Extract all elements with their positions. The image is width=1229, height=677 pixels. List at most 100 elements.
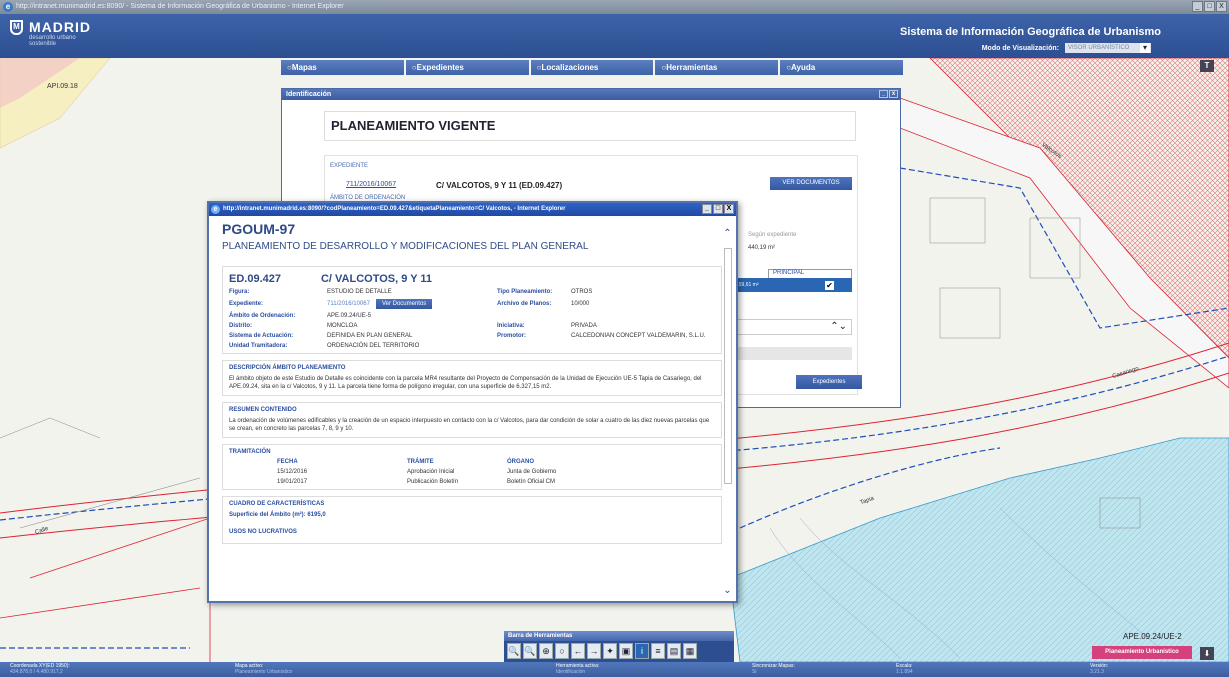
window-controls: _ □ X (1192, 1, 1227, 12)
table-header: ÓRGANO (507, 459, 534, 465)
mode-select[interactable]: VISOR URBANÍSTICO (1065, 43, 1151, 53)
measure-icon[interactable]: ✦ (603, 643, 617, 659)
status-value: 3.21.3 (1090, 669, 1104, 675)
popup-title: http://intranet.munimadrid.es:8090/?codP… (223, 206, 566, 212)
map-label-api: API.09.18 (47, 83, 78, 90)
madrid-shield-icon: M (10, 20, 23, 35)
status-coord: Coordenada XY(ED 1950): 434.878,0 / 4.480… (10, 663, 70, 675)
close-button[interactable]: X (1216, 1, 1227, 12)
superficie-label: Superficie del Ámbito (m²): (229, 512, 306, 518)
planeamiento-popup-window: e http://intranet.munimadrid.es:8090/?co… (207, 201, 738, 603)
scroll-down-icon[interactable]: ⌄ (722, 585, 733, 596)
popup-scrollbar[interactable]: ⌃ ⌄ (722, 220, 733, 600)
descripcion-text: El ámbito objeto de este Estudio de Deta… (229, 376, 702, 390)
tools-bar: Barra de Herramientas 🔍 🔍 ⊕ ○ ← → ✦ ▣ i … (504, 631, 734, 662)
select-area-icon[interactable]: ▣ (619, 643, 633, 659)
status-mapa: Mapa activo: Planeamiento Urbanístico (235, 663, 292, 675)
list-icon[interactable]: ≡ (651, 643, 665, 659)
ident-close-button[interactable]: x (889, 90, 898, 98)
status-label: Sincronizar Mapas: (752, 663, 795, 669)
minimize-button[interactable]: _ (1192, 1, 1203, 12)
principal-table: PRINCIPAL 159,61 m² ✔ (736, 269, 852, 293)
status-sincronizar: Sincronizar Mapas: Si (752, 663, 795, 675)
field-value: OTROS (571, 289, 593, 295)
principal-checkbox[interactable]: ✔ (825, 280, 834, 290)
empty-cell (229, 469, 277, 475)
system-title: Sistema de Información Geográfica de Urb… (899, 26, 1161, 38)
status-value: Si (752, 669, 757, 675)
ident-title: Identificación (286, 91, 332, 98)
ver-documentos-button[interactable]: VER DOCUMENTOS (770, 177, 852, 190)
scroll-thumb[interactable] (724, 248, 732, 484)
ver-documentos-button[interactable]: Ver Documentos (375, 299, 433, 309)
ie-logo-icon: e (211, 205, 220, 214)
ambito-gray-bar (736, 347, 852, 360)
field-label: Expediente: (229, 301, 264, 307)
expediente-detail-box: ED.09.427 C/ VALCOTOS, 9 Y 11 Figura: ES… (222, 266, 722, 354)
tramitacion-title: TRAMITACIÓN (229, 449, 271, 455)
cuadro-title: CUADRO DE CARACTERÍSTICAS (229, 501, 325, 507)
text-tool-button[interactable]: T (1200, 60, 1214, 72)
status-value: 434.878,0 / 4.480.917,2 (10, 669, 63, 675)
field-value: APE.09.24/UE-5 (327, 313, 372, 319)
status-value: Identificación (556, 669, 586, 675)
cuadro-box: CUADRO DE CARACTERÍSTICAS Superficie del… (222, 496, 722, 544)
status-value: Planeamiento Urbanístico (235, 669, 293, 675)
popup-title-bar: e http://intranet.munimadrid.es:8090/?co… (209, 203, 736, 216)
toolbar-title: Barra de Herramientas (504, 631, 734, 641)
scroll-up-icon[interactable]: ⌃ (722, 228, 733, 239)
download-icon[interactable]: ⬇ (1200, 647, 1214, 660)
field-label: Unidad Tramitadora: (229, 343, 288, 349)
ambito-dropdown[interactable]: ⌃⌄ (736, 319, 852, 335)
field-value: PRIVADA (571, 323, 597, 329)
forward-icon[interactable]: → (587, 643, 601, 659)
popup-close-button[interactable]: X (724, 204, 734, 214)
back-icon[interactable]: ← (571, 643, 585, 659)
expedientes-button[interactable]: Expedientes (796, 375, 862, 389)
menu-localizaciones[interactable]: Localizaciones (530, 60, 654, 75)
planeamiento-name: C/ VALCOTOS, 9 Y 11 (320, 273, 433, 285)
planeamiento-urbanistico-button[interactable]: Planeamiento Urbanístico (1092, 646, 1192, 659)
principal-row[interactable]: 159,61 m² ✔ (736, 278, 852, 292)
popup-content: PGOUM-97 PLANEAMIENTO DE DESARROLLO Y MO… (222, 220, 722, 601)
expediente-link[interactable]: 711/2016/10067 (346, 181, 396, 188)
layers-icon[interactable]: ▤ (667, 643, 681, 659)
print-icon[interactable]: ▦ (683, 643, 697, 659)
tramitacion-box: TRAMITACIÓN FECHA TRÁMITE ÓRGANO 15/12/2… (222, 444, 722, 490)
status-escala: Escala: 1:1.894 (896, 663, 913, 675)
status-herramienta: Herramienta activa: Identificación (556, 663, 599, 675)
field-value: MONCLOA (327, 323, 358, 329)
menu-ayuda[interactable]: Ayuda (780, 60, 903, 75)
tramitacion-table: FECHA TRÁMITE ÓRGANO 15/12/2016 Aprobaci… (229, 459, 715, 485)
field-label: Distrito: (229, 323, 252, 329)
menu-expedientes[interactable]: Expedientes (405, 60, 529, 75)
popup-maximize-button[interactable]: □ (713, 204, 723, 214)
table-cell: 19/01/2017 (277, 479, 308, 485)
resumen-text: La ordenación de volúmenes edificables y… (229, 418, 710, 432)
map-label-ape: APE.09.24/UE-2 (1123, 632, 1182, 641)
menu-herramientas[interactable]: Herramientas (655, 60, 779, 75)
field-value: ORDENACIÓN DEL TERRITORIO (327, 343, 420, 349)
info-icon[interactable]: i (635, 643, 649, 659)
madrid-logo: M MADRID desarrollo urbano sostenible (10, 20, 91, 47)
browser-title: http://intranet.munimadrid.es:8090/ - Si… (16, 3, 344, 10)
expediente-label: EXPEDIENTE (330, 163, 369, 169)
zoom-in-icon[interactable]: 🔍 (507, 643, 521, 659)
field-value: DEFINIDA EN PLAN GENERAL (327, 333, 413, 339)
popup-minimize-button[interactable]: _ (702, 204, 712, 214)
app-header: M MADRID desarrollo urbano sostenible Si… (0, 14, 1229, 58)
zoom-extent-icon[interactable]: ⊕ (539, 643, 553, 659)
principal-header: PRINCIPAL (768, 269, 852, 278)
ident-title-bar: Identificación _ x (282, 89, 900, 100)
resumen-title: RESUMEN CONTENIDO (229, 407, 297, 413)
pan-icon[interactable]: ○ (555, 643, 569, 659)
zoom-out-icon[interactable]: 🔍 (523, 643, 537, 659)
menu-mapas[interactable]: Mapas (281, 60, 404, 75)
maximize-button[interactable]: □ (1204, 1, 1215, 12)
expediente-link[interactable]: 711/2016/10067 (327, 301, 370, 307)
ident-minimize-button[interactable]: _ (879, 90, 888, 98)
table-cell: 15/12/2016 (277, 469, 308, 475)
mode-label: Modo de Visualización: (981, 44, 1059, 52)
segun-expediente-label: Según expediente (748, 232, 797, 238)
superficie-value: 6195,0 (307, 512, 326, 518)
